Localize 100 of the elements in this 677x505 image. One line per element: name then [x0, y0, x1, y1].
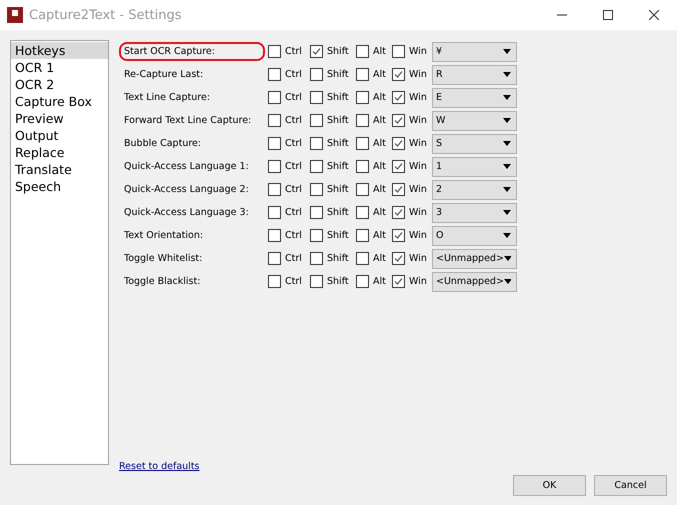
- checkbox-label: Alt: [373, 46, 386, 57]
- checkbox[interactable]: [356, 45, 369, 58]
- checkbox[interactable]: [310, 68, 323, 81]
- hotkey-label: Text Line Capture:: [123, 91, 212, 105]
- maximize-icon[interactable]: [603, 10, 613, 20]
- category-item[interactable]: Hotkeys: [11, 42, 108, 59]
- checkbox[interactable]: [268, 160, 281, 173]
- checkbox[interactable]: [268, 137, 281, 150]
- checkbox-label: Shift: [327, 69, 349, 80]
- checkbox[interactable]: [392, 91, 405, 104]
- dropdown-arrow-icon: [503, 233, 511, 238]
- checkbox-label: Shift: [327, 207, 349, 218]
- checkbox[interactable]: [310, 114, 323, 127]
- checkbox[interactable]: [356, 229, 369, 242]
- checkbox-label: Win: [409, 253, 427, 264]
- checkbox[interactable]: [392, 114, 405, 127]
- key-dropdown[interactable]: O: [432, 226, 517, 246]
- checkbox-label: Shift: [327, 92, 349, 103]
- checkbox[interactable]: [392, 183, 405, 196]
- checkbox[interactable]: [310, 137, 323, 150]
- checkbox-label: Ctrl: [285, 46, 302, 57]
- checkbox-label: Alt: [373, 253, 386, 264]
- checkbox[interactable]: [310, 206, 323, 219]
- category-item[interactable]: Speech: [11, 178, 108, 195]
- checkbox[interactable]: [392, 45, 405, 58]
- checkbox[interactable]: [392, 229, 405, 242]
- checkbox-label: Win: [409, 161, 427, 172]
- checkbox[interactable]: [356, 275, 369, 288]
- key-dropdown[interactable]: W: [432, 110, 517, 130]
- dialog-button[interactable]: Cancel: [594, 475, 667, 496]
- checkbox[interactable]: [268, 206, 281, 219]
- key-dropdown[interactable]: E: [432, 88, 517, 108]
- hotkey-label: Bubble Capture:: [123, 137, 202, 151]
- category-item[interactable]: Output: [11, 127, 108, 144]
- hotkey-label: Quick-Access Language 3:: [123, 206, 250, 220]
- checkbox-label: Win: [409, 46, 427, 57]
- hotkey-label: Quick-Access Language 2:: [123, 183, 250, 197]
- checkbox-label: Shift: [327, 276, 349, 287]
- checkbox[interactable]: [356, 252, 369, 265]
- checkbox[interactable]: [310, 229, 323, 242]
- dropdown-arrow-icon: [504, 256, 511, 261]
- checkbox[interactable]: [392, 252, 405, 265]
- checkbox[interactable]: [268, 68, 281, 81]
- checkbox[interactable]: [310, 160, 323, 173]
- checkbox[interactable]: [310, 275, 323, 288]
- checkbox[interactable]: [310, 45, 323, 58]
- category-item[interactable]: Translate: [11, 161, 108, 178]
- key-dropdown[interactable]: 2: [432, 180, 517, 200]
- key-dropdown[interactable]: <Unmapped>: [432, 248, 517, 268]
- checkbox-label: Ctrl: [285, 115, 302, 126]
- checkbox[interactable]: [356, 91, 369, 104]
- checkbox[interactable]: [268, 183, 281, 196]
- category-item[interactable]: Preview: [11, 110, 108, 127]
- checkbox[interactable]: [268, 114, 281, 127]
- checkbox[interactable]: [392, 160, 405, 173]
- checkbox[interactable]: [268, 275, 281, 288]
- dropdown-arrow-icon: [504, 279, 511, 284]
- dropdown-arrow-icon: [503, 187, 511, 192]
- checkbox-label: Alt: [373, 69, 386, 80]
- checkbox[interactable]: [392, 68, 405, 81]
- checkbox[interactable]: [392, 137, 405, 150]
- checkbox[interactable]: [268, 91, 281, 104]
- hotkey-label: Toggle Blacklist:: [123, 275, 202, 289]
- checkbox[interactable]: [268, 45, 281, 58]
- checkbox[interactable]: [310, 91, 323, 104]
- checkbox-label: Ctrl: [285, 69, 302, 80]
- checkbox[interactable]: [392, 275, 405, 288]
- checkbox-label: Ctrl: [285, 207, 302, 218]
- checkbox[interactable]: [310, 183, 323, 196]
- checkbox[interactable]: [356, 137, 369, 150]
- reset-link[interactable]: Reset to defaults: [119, 461, 200, 472]
- dialog-button[interactable]: OK: [513, 475, 586, 496]
- checkbox[interactable]: [356, 183, 369, 196]
- close-icon[interactable]: [649, 10, 659, 20]
- checkbox[interactable]: [310, 252, 323, 265]
- checkbox[interactable]: [268, 252, 281, 265]
- checkbox-label: Ctrl: [285, 138, 302, 149]
- checkbox[interactable]: [356, 206, 369, 219]
- key-dropdown[interactable]: S: [432, 134, 517, 154]
- category-item[interactable]: Replace: [11, 144, 108, 161]
- category-item[interactable]: Capture Box: [11, 93, 108, 110]
- checkbox[interactable]: [392, 206, 405, 219]
- key-dropdown[interactable]: <Unmapped>: [432, 272, 517, 292]
- checkbox[interactable]: [356, 160, 369, 173]
- dropdown-arrow-icon: [503, 164, 511, 169]
- checkbox[interactable]: [268, 229, 281, 242]
- category-item[interactable]: OCR 1: [11, 59, 108, 76]
- checkbox-label: Shift: [327, 161, 349, 172]
- key-dropdown[interactable]: ¥: [432, 42, 517, 62]
- checkbox-label: Alt: [373, 184, 386, 195]
- checkbox[interactable]: [356, 114, 369, 127]
- key-dropdown[interactable]: 3: [432, 202, 517, 222]
- checkbox-label: Alt: [373, 276, 386, 287]
- checkbox-label: Alt: [373, 230, 386, 241]
- key-dropdown[interactable]: R: [432, 64, 517, 84]
- checkbox[interactable]: [356, 68, 369, 81]
- key-dropdown[interactable]: 1: [432, 156, 517, 176]
- checkbox-label: Ctrl: [285, 92, 302, 103]
- hotkey-label: Quick-Access Language 1:: [123, 160, 250, 174]
- category-item[interactable]: OCR 2: [11, 76, 108, 93]
